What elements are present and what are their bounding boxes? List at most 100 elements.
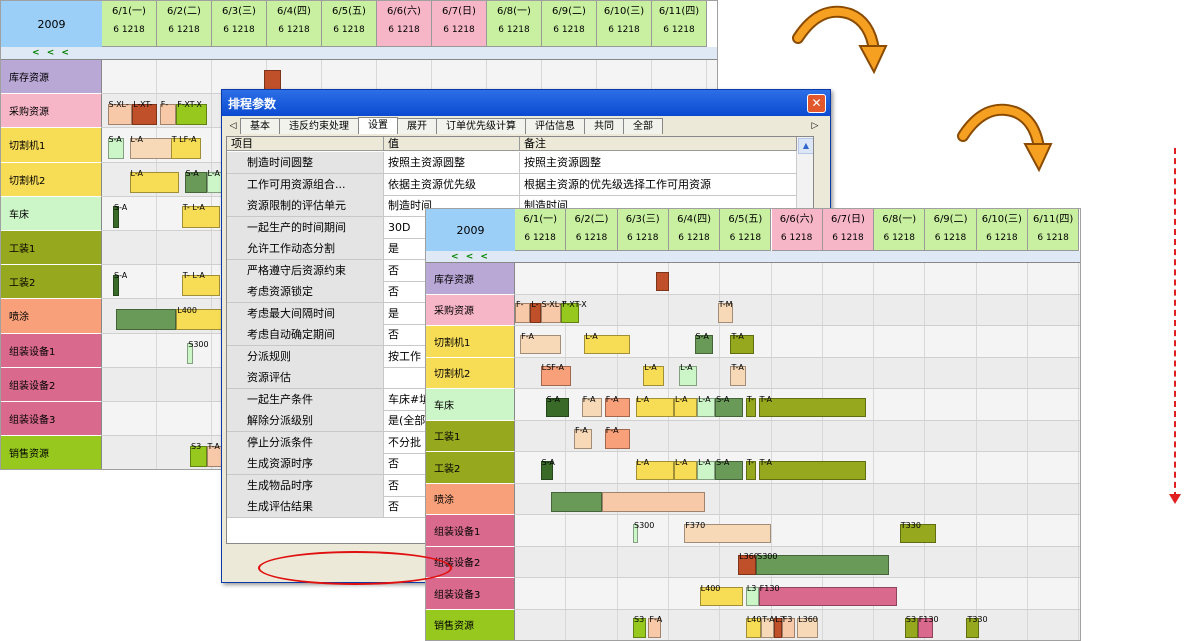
tab-scroll-right-icon[interactable]: ▷ — [808, 119, 822, 134]
resource-label: 工装1 — [426, 421, 515, 453]
param-value-cell[interactable]: 依据主资源优先级 — [384, 174, 520, 196]
task-bar-label: F-A — [521, 332, 534, 341]
day-header: 6/11(四)6 1218 — [1028, 209, 1079, 251]
nav-back-button[interactable]: < < < — [1, 47, 103, 60]
grid-line — [617, 358, 618, 389]
grid-line — [1078, 547, 1079, 578]
task-bar[interactable] — [602, 492, 705, 512]
grid-line — [873, 515, 874, 546]
grid-line — [873, 484, 874, 515]
column-header: 值 — [384, 137, 520, 151]
param-item-cell: 资源限制的评估单元 — [227, 195, 384, 217]
tab-6[interactable]: 共同 — [584, 118, 624, 134]
grid-line — [924, 389, 925, 420]
grid-line — [873, 295, 874, 326]
grid-line — [617, 263, 618, 294]
grid-line — [771, 421, 772, 452]
day-header: 6/8(一)6 1218 — [874, 209, 925, 251]
grid-line — [719, 484, 720, 515]
grid-line — [211, 60, 212, 93]
task-bar-label: T330 — [901, 521, 921, 530]
task-bar-label: T-A — [731, 363, 743, 372]
grid-line — [1078, 358, 1079, 389]
tab-scroll-left-icon[interactable]: ◁ — [226, 119, 240, 134]
task-bar-label: L360 — [798, 615, 818, 624]
task-bar-label: S300 — [634, 521, 654, 530]
tab-7[interactable]: 全部 — [623, 118, 663, 134]
task-bar-label: T- L-A — [183, 203, 205, 212]
grid-line — [1078, 326, 1079, 357]
grid-line — [1027, 610, 1028, 641]
param-item-cell: 允许工作动态分割 — [227, 238, 384, 260]
grid-line — [873, 610, 874, 641]
grid-line — [1027, 389, 1028, 420]
grid-line — [565, 452, 566, 483]
task-bar[interactable] — [759, 398, 867, 418]
task-bar-label: F-A — [606, 395, 619, 404]
tab-5[interactable]: 评估信息 — [525, 118, 585, 134]
grid-line — [1078, 484, 1079, 515]
param-note-cell[interactable]: 根据主资源的优先级选择工作可用资源 — [520, 174, 797, 196]
grid-line — [976, 295, 977, 326]
param-item-cell: 制造时间圆整 — [227, 152, 384, 174]
param-item-cell: 停止分派条件 — [227, 432, 384, 454]
tab-2[interactable]: 设置 — [358, 117, 398, 134]
task-bar-label: S-A — [716, 458, 729, 467]
grid-line — [211, 402, 212, 435]
param-item-cell: 生成资源时序 — [227, 453, 384, 475]
grid-line — [668, 295, 669, 326]
task-bar[interactable] — [116, 309, 177, 330]
hour-ticks: 6 1218 — [212, 23, 266, 37]
param-value-cell[interactable]: 按照主资源圆整 — [384, 152, 520, 174]
grid-line — [668, 547, 669, 578]
grid-line — [668, 358, 669, 389]
task-bar[interactable] — [759, 461, 867, 481]
resource-label: 组装设备1 — [1, 334, 102, 368]
grid-line — [873, 326, 874, 357]
day-label: 6/7(日) — [442, 6, 476, 17]
task-bar-label: F370 — [685, 521, 705, 530]
task-bar[interactable] — [264, 70, 281, 91]
grid-line — [617, 515, 618, 546]
grid-line — [211, 94, 212, 127]
task-bar-label: S-A — [109, 135, 122, 144]
task-bar[interactable] — [656, 272, 669, 292]
task-bar-label: F-A — [583, 395, 596, 404]
task-bar-label: L400 — [701, 584, 721, 593]
day-label: 6/8(一) — [882, 214, 916, 225]
task-bar-label: L-A — [637, 458, 650, 467]
day-header: 6/5(五)6 1218 — [720, 209, 771, 251]
hour-ticks: 6 1218 — [566, 231, 616, 245]
hour-ticks: 6 1218 — [432, 23, 486, 37]
scroll-up-icon[interactable]: ▲ — [798, 138, 814, 154]
grid-line — [1027, 295, 1028, 326]
close-icon[interactable]: ✕ — [807, 94, 826, 113]
dialog-titlebar[interactable]: 排程参数 ✕ — [222, 90, 830, 116]
param-note-cell[interactable]: 按照主资源圆整 — [520, 152, 797, 174]
grid-line — [668, 421, 669, 452]
tab-3[interactable]: 展开 — [397, 118, 437, 134]
task-bar-label: T- — [747, 395, 754, 404]
column-header: 备注 — [520, 137, 797, 151]
resource-label: 采购资源 — [1, 94, 102, 128]
hour-ticks: 6 1218 — [618, 231, 668, 245]
task-bar-label: L3 — [747, 584, 757, 593]
task-bar-label: T-A — [208, 442, 220, 451]
resource-label: 库存资源 — [426, 263, 515, 295]
tab-4[interactable]: 订单优先级计算 — [436, 118, 526, 134]
task-bar-label: F130 — [919, 615, 939, 624]
grid-line — [873, 263, 874, 294]
resource-label: 喷涂 — [426, 484, 515, 516]
grid-line — [976, 358, 977, 389]
tab-1[interactable]: 违反约束处理 — [279, 118, 359, 134]
task-bar[interactable] — [551, 492, 602, 512]
resource-label: 销售资源 — [426, 610, 515, 641]
tab-0[interactable]: 基本 — [240, 118, 280, 134]
grid-line — [771, 295, 772, 326]
day-label: 6/3(三) — [626, 214, 660, 225]
grid-line — [565, 263, 566, 294]
task-bar-label: L-A — [698, 458, 711, 467]
year-cell: 2009 — [1, 1, 103, 48]
header-strip — [515, 251, 1080, 263]
nav-back-button[interactable]: < < < — [426, 251, 516, 263]
